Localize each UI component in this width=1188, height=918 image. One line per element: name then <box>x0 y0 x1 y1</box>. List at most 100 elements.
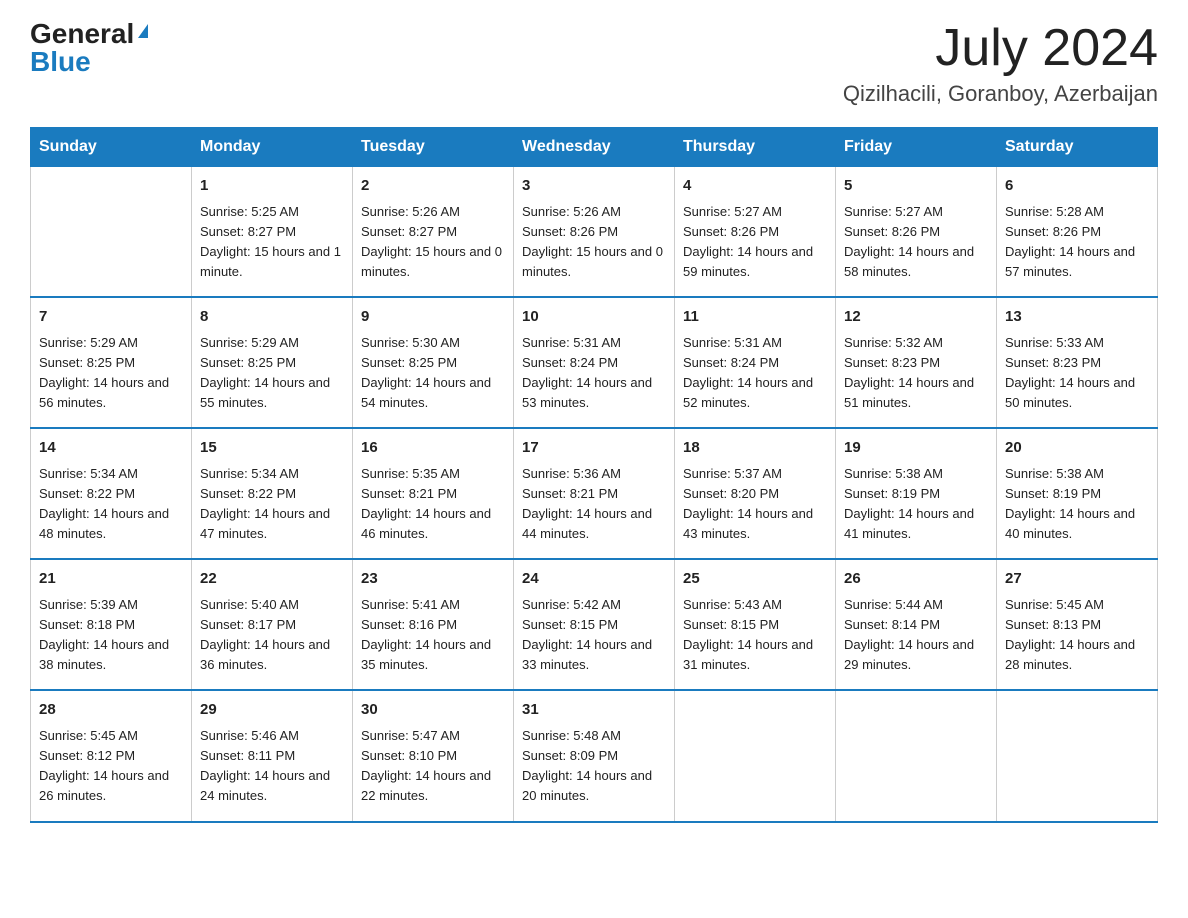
calendar-header-row: SundayMondayTuesdayWednesdayThursdayFrid… <box>31 128 1158 167</box>
header-cell-saturday: Saturday <box>997 128 1158 167</box>
day-info: Sunrise: 5:33 AM Sunset: 8:23 PM Dayligh… <box>1005 333 1149 414</box>
day-info: Sunrise: 5:39 AM Sunset: 8:18 PM Dayligh… <box>39 595 183 676</box>
calendar-week-row: 1 Sunrise: 5:25 AM Sunset: 8:27 PM Daylig… <box>31 167 1158 298</box>
calendar-cell: 12 Sunrise: 5:32 AM Sunset: 8:23 PM Dayli… <box>836 297 997 428</box>
day-number: 4 <box>683 175 827 198</box>
day-info: Sunrise: 5:31 AM Sunset: 8:24 PM Dayligh… <box>522 333 666 414</box>
day-number: 29 <box>200 699 344 722</box>
logo: General Blue <box>30 20 148 76</box>
calendar-cell: 3 Sunrise: 5:26 AM Sunset: 8:26 PM Daylig… <box>514 167 675 298</box>
day-info: Sunrise: 5:36 AM Sunset: 8:21 PM Dayligh… <box>522 464 666 545</box>
calendar-cell: 9 Sunrise: 5:30 AM Sunset: 8:25 PM Daylig… <box>353 297 514 428</box>
calendar-cell: 20Sunrise: 5:38 AM Sunset: 8:19 PM Dayli… <box>997 428 1158 559</box>
calendar-cell: 5Sunrise: 5:27 AM Sunset: 8:26 PM Daylig… <box>836 167 997 298</box>
day-info: Sunrise: 5:48 AM Sunset: 8:09 PM Dayligh… <box>522 726 666 807</box>
day-number: 12 <box>844 306 988 329</box>
day-info: Sunrise: 5:25 AM Sunset: 8:27 PM Dayligh… <box>200 202 344 283</box>
day-info: Sunrise: 5:26 AM Sunset: 8:26 PM Dayligh… <box>522 202 666 283</box>
calendar-week-row: 14Sunrise: 5:34 AM Sunset: 8:22 PM Dayli… <box>31 428 1158 559</box>
header-cell-friday: Friday <box>836 128 997 167</box>
calendar-cell: 21Sunrise: 5:39 AM Sunset: 8:18 PM Dayli… <box>31 559 192 690</box>
day-info: Sunrise: 5:44 AM Sunset: 8:14 PM Dayligh… <box>844 595 988 676</box>
title-block: July 2024 Qizilhacili, Goranboy, Azerbai… <box>843 20 1158 107</box>
day-number: 2 <box>361 175 505 198</box>
day-info: Sunrise: 5:45 AM Sunset: 8:13 PM Dayligh… <box>1005 595 1149 676</box>
calendar-cell: 6 Sunrise: 5:28 AM Sunset: 8:26 PM Daylig… <box>997 167 1158 298</box>
day-number: 28 <box>39 699 183 722</box>
logo-blue-text: Blue <box>30 48 91 76</box>
day-number: 7 <box>39 306 183 329</box>
day-info: Sunrise: 5:46 AM Sunset: 8:11 PM Dayligh… <box>200 726 344 807</box>
day-info: Sunrise: 5:29 AM Sunset: 8:25 PM Dayligh… <box>39 333 183 414</box>
day-info: Sunrise: 5:27 AM Sunset: 8:26 PM Dayligh… <box>683 202 827 283</box>
day-number: 25 <box>683 568 827 591</box>
calendar-cell: 7 Sunrise: 5:29 AM Sunset: 8:25 PM Daylig… <box>31 297 192 428</box>
day-number: 26 <box>844 568 988 591</box>
calendar-cell <box>836 690 997 821</box>
day-info: Sunrise: 5:43 AM Sunset: 8:15 PM Dayligh… <box>683 595 827 676</box>
calendar-cell: 2 Sunrise: 5:26 AM Sunset: 8:27 PM Daylig… <box>353 167 514 298</box>
calendar-week-row: 7 Sunrise: 5:29 AM Sunset: 8:25 PM Daylig… <box>31 297 1158 428</box>
day-info: Sunrise: 5:32 AM Sunset: 8:23 PM Dayligh… <box>844 333 988 414</box>
calendar-cell: 15Sunrise: 5:34 AM Sunset: 8:22 PM Dayli… <box>192 428 353 559</box>
day-number: 11 <box>683 306 827 329</box>
day-info: Sunrise: 5:38 AM Sunset: 8:19 PM Dayligh… <box>1005 464 1149 545</box>
day-info: Sunrise: 5:38 AM Sunset: 8:19 PM Dayligh… <box>844 464 988 545</box>
day-number: 19 <box>844 437 988 460</box>
logo-triangle-icon <box>138 24 148 38</box>
day-info: Sunrise: 5:37 AM Sunset: 8:20 PM Dayligh… <box>683 464 827 545</box>
calendar-cell: 18 Sunrise: 5:37 AM Sunset: 8:20 PM Dayli… <box>675 428 836 559</box>
header-cell-monday: Monday <box>192 128 353 167</box>
page-header: General Blue July 2024 Qizilhacili, Gora… <box>30 20 1158 107</box>
calendar-cell: 14Sunrise: 5:34 AM Sunset: 8:22 PM Dayli… <box>31 428 192 559</box>
day-number: 8 <box>200 306 344 329</box>
calendar-cell: 10 Sunrise: 5:31 AM Sunset: 8:24 PM Dayli… <box>514 297 675 428</box>
calendar-cell: 22 Sunrise: 5:40 AM Sunset: 8:17 PM Dayli… <box>192 559 353 690</box>
day-number: 31 <box>522 699 666 722</box>
day-number: 16 <box>361 437 505 460</box>
day-info: Sunrise: 5:45 AM Sunset: 8:12 PM Dayligh… <box>39 726 183 807</box>
day-number: 17 <box>522 437 666 460</box>
calendar-cell: 17 Sunrise: 5:36 AM Sunset: 8:21 PM Dayli… <box>514 428 675 559</box>
day-number: 13 <box>1005 306 1149 329</box>
day-info: Sunrise: 5:41 AM Sunset: 8:16 PM Dayligh… <box>361 595 505 676</box>
day-number: 27 <box>1005 568 1149 591</box>
calendar-cell: 26 Sunrise: 5:44 AM Sunset: 8:14 PM Dayli… <box>836 559 997 690</box>
calendar-cell: 25 Sunrise: 5:43 AM Sunset: 8:15 PM Dayli… <box>675 559 836 690</box>
day-number: 1 <box>200 175 344 198</box>
day-number: 23 <box>361 568 505 591</box>
day-info: Sunrise: 5:31 AM Sunset: 8:24 PM Dayligh… <box>683 333 827 414</box>
calendar-cell <box>31 167 192 298</box>
day-number: 3 <box>522 175 666 198</box>
logo-general-text: General <box>30 20 134 48</box>
day-number: 22 <box>200 568 344 591</box>
day-info: Sunrise: 5:26 AM Sunset: 8:27 PM Dayligh… <box>361 202 505 283</box>
header-cell-tuesday: Tuesday <box>353 128 514 167</box>
calendar-cell: 1 Sunrise: 5:25 AM Sunset: 8:27 PM Daylig… <box>192 167 353 298</box>
page-title: July 2024 <box>843 20 1158 77</box>
day-number: 9 <box>361 306 505 329</box>
calendar-cell: 13 Sunrise: 5:33 AM Sunset: 8:23 PM Dayli… <box>997 297 1158 428</box>
day-info: Sunrise: 5:47 AM Sunset: 8:10 PM Dayligh… <box>361 726 505 807</box>
day-number: 18 <box>683 437 827 460</box>
calendar-cell: 29 Sunrise: 5:46 AM Sunset: 8:11 PM Dayli… <box>192 690 353 821</box>
calendar-cell: 27 Sunrise: 5:45 AM Sunset: 8:13 PM Dayli… <box>997 559 1158 690</box>
day-info: Sunrise: 5:28 AM Sunset: 8:26 PM Dayligh… <box>1005 202 1149 283</box>
calendar-week-row: 28 Sunrise: 5:45 AM Sunset: 8:12 PM Dayli… <box>31 690 1158 821</box>
calendar-cell: 31 Sunrise: 5:48 AM Sunset: 8:09 PM Dayli… <box>514 690 675 821</box>
day-number: 30 <box>361 699 505 722</box>
calendar-table: SundayMondayTuesdayWednesdayThursdayFrid… <box>30 127 1158 822</box>
day-number: 5 <box>844 175 988 198</box>
day-info: Sunrise: 5:30 AM Sunset: 8:25 PM Dayligh… <box>361 333 505 414</box>
day-number: 10 <box>522 306 666 329</box>
calendar-cell: 11 Sunrise: 5:31 AM Sunset: 8:24 PM Dayli… <box>675 297 836 428</box>
day-number: 24 <box>522 568 666 591</box>
day-number: 6 <box>1005 175 1149 198</box>
day-info: Sunrise: 5:40 AM Sunset: 8:17 PM Dayligh… <box>200 595 344 676</box>
calendar-cell: 8Sunrise: 5:29 AM Sunset: 8:25 PM Daylig… <box>192 297 353 428</box>
header-cell-sunday: Sunday <box>31 128 192 167</box>
calendar-cell: 23 Sunrise: 5:41 AM Sunset: 8:16 PM Dayli… <box>353 559 514 690</box>
calendar-cell: 4 Sunrise: 5:27 AM Sunset: 8:26 PM Daylig… <box>675 167 836 298</box>
calendar-cell: 28 Sunrise: 5:45 AM Sunset: 8:12 PM Dayli… <box>31 690 192 821</box>
calendar-cell: 24Sunrise: 5:42 AM Sunset: 8:15 PM Dayli… <box>514 559 675 690</box>
